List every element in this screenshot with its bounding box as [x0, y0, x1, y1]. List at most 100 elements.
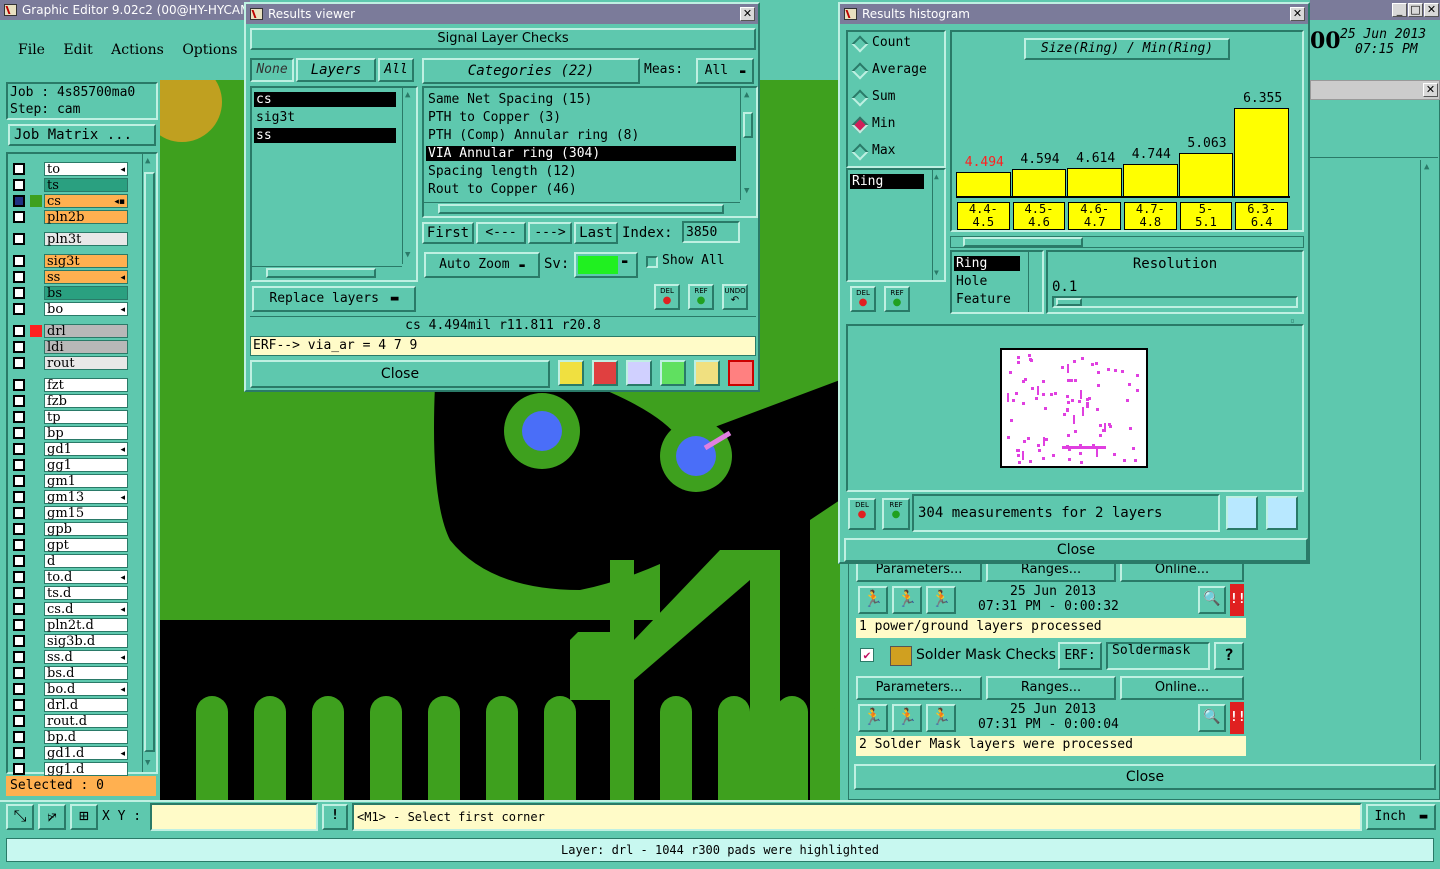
layer-checkbox[interactable] — [13, 459, 25, 471]
layer-checkbox[interactable] — [13, 357, 25, 369]
layer-row[interactable]: bo ◂ — [10, 302, 128, 317]
scroll-down-icon[interactable]: ▼ — [145, 758, 150, 768]
xy-input[interactable] — [150, 803, 318, 831]
mode-count-radio[interactable]: Count — [850, 32, 944, 54]
layer-checkbox[interactable] — [13, 619, 25, 631]
layer-checkbox[interactable] — [13, 443, 25, 455]
field-scroll-down-icon[interactable]: ▼ — [934, 268, 939, 277]
layer-row[interactable]: ss.d ◂ — [10, 650, 128, 665]
layer-row[interactable]: sig3b.d — [10, 634, 128, 649]
layer-checkbox[interactable] — [13, 195, 25, 207]
mode-average-radio[interactable]: Average — [850, 59, 944, 81]
viewer-layer-hscroll[interactable] — [252, 266, 402, 280]
histogram-bin-label[interactable]: 5- 5.1 — [1179, 202, 1233, 230]
online-button-2[interactable]: Online... — [1120, 676, 1244, 700]
layer-checkbox[interactable] — [13, 233, 25, 245]
layer-row[interactable]: bp — [10, 426, 128, 441]
layer-row[interactable]: bs.d — [10, 666, 128, 681]
layer-checkbox[interactable] — [13, 603, 25, 615]
run-icon-2b[interactable]: 🏃 — [892, 704, 922, 732]
preview-del-button[interactable]: DEL ● — [848, 498, 876, 530]
layer-row[interactable]: bs — [10, 286, 128, 301]
results-viewer-close-icon[interactable]: ✕ — [740, 7, 755, 21]
cat-scroll-thumb[interactable] — [743, 112, 753, 138]
menu-edit[interactable]: Edit — [63, 42, 92, 58]
layer-row[interactable]: gm1 — [10, 474, 128, 489]
pan-to-icon[interactable] — [1266, 496, 1298, 530]
viewer-undo-button[interactable]: UNDO ↶ — [722, 284, 748, 310]
viewer-close-button[interactable]: Close — [250, 360, 550, 388]
layer-row[interactable]: pln2b — [10, 210, 128, 225]
erf-value[interactable]: Soldermask — [1106, 642, 1210, 670]
histogram-del-button[interactable]: DEL ● — [850, 286, 876, 312]
layer-checkbox[interactable] — [13, 255, 25, 267]
layer-checkbox[interactable] — [13, 683, 25, 695]
layer-row[interactable]: ts.d — [10, 586, 128, 601]
histogram-bar[interactable] — [1123, 163, 1178, 196]
ranges-button-1[interactable]: Ranges... — [986, 562, 1116, 582]
layer-checkbox[interactable] — [13, 491, 25, 503]
histogram-hscroll[interactable] — [950, 236, 1304, 248]
histogram-bin-label[interactable]: 4.7- 4.8 — [1124, 202, 1177, 230]
layer-row[interactable]: pln3t — [10, 232, 128, 247]
category-item[interactable]: VIA Annular ring (304) — [426, 146, 736, 161]
layers-button[interactable]: Layers — [296, 58, 376, 82]
run-icon-1a[interactable]: 🏃 — [858, 586, 888, 614]
layer-checkbox[interactable] — [13, 715, 25, 727]
layer-checkbox[interactable] — [13, 523, 25, 535]
layer-checkbox[interactable] — [13, 179, 25, 191]
layer-row[interactable]: cs ◂▪ — [10, 194, 128, 209]
next-button[interactable]: ---> — [528, 222, 572, 244]
layer-checkbox[interactable] — [13, 325, 25, 337]
replace-layers-dropdown[interactable]: Replace layers ▬ — [252, 286, 416, 312]
units-dropdown[interactable]: Inch ▬ — [1366, 804, 1436, 830]
layer-checkbox[interactable] — [13, 379, 25, 391]
category-item[interactable]: PTH to Copper (3) — [426, 110, 736, 125]
viewer-layer-scrollbar[interactable]: ▲ ▼ — [402, 88, 416, 264]
histogram-icon[interactable] — [728, 360, 754, 386]
measure-icon[interactable]: ⦬ — [38, 804, 66, 830]
menu-options[interactable]: Options — [182, 42, 237, 58]
checks-scroll-up-icon[interactable]: ▲ — [1424, 162, 1429, 172]
category-scrollbar[interactable]: ▲ ▼ — [740, 88, 756, 200]
layer-checkbox[interactable] — [13, 287, 25, 299]
all-button[interactable]: All — [378, 58, 414, 82]
layer-row[interactable]: to ◂ — [10, 162, 128, 177]
layer-row[interactable]: sig3t — [10, 254, 128, 269]
mode-max-radio[interactable]: Max — [850, 140, 944, 162]
histogram-bar[interactable] — [956, 172, 1011, 196]
categories-button[interactable]: Categories (22) — [422, 58, 640, 84]
checks-title-bar[interactable]: ✕ — [1310, 80, 1440, 100]
preview-ref-button[interactable]: REF ● — [882, 498, 910, 530]
maximize-icon[interactable]: □ — [1408, 3, 1423, 17]
zoom-icon-1[interactable]: 🔍 — [1198, 586, 1226, 614]
layer-checkbox[interactable] — [13, 411, 25, 423]
layer-row[interactable]: tp — [10, 410, 128, 425]
histogram-close-button[interactable]: Close — [844, 538, 1308, 562]
results-viewer-title-bar[interactable]: Results viewer ✕ — [246, 4, 758, 24]
histogram-bar[interactable] — [1234, 108, 1289, 196]
layer-checkbox[interactable] — [13, 635, 25, 647]
none-button[interactable]: None — [250, 58, 294, 82]
prev-button[interactable]: <--- — [476, 222, 526, 244]
field-scroll-up-icon[interactable]: ▲ — [934, 172, 939, 181]
first-button[interactable]: First — [422, 222, 474, 244]
mode-sum-radio[interactable]: Sum — [850, 86, 944, 108]
field-option-feature[interactable]: Feature — [954, 292, 1024, 307]
filter-icon[interactable] — [558, 360, 584, 386]
layer-row[interactable]: to.d ◂ — [10, 570, 128, 585]
resolution-slider[interactable] — [1052, 296, 1298, 308]
layer-checkbox[interactable] — [13, 395, 25, 407]
layer-checkbox[interactable] — [13, 763, 25, 775]
params-button-1[interactable]: Parameters... — [856, 562, 982, 582]
layer-checkbox[interactable] — [13, 271, 25, 283]
layer-checkbox[interactable] — [13, 747, 25, 759]
layer-checkbox[interactable] — [13, 651, 25, 663]
field-list-scrollbar[interactable]: ▲ ▼ — [932, 170, 944, 280]
export-icon[interactable] — [592, 360, 618, 386]
viewer-ref-button[interactable]: REF ● — [688, 284, 714, 310]
help-button[interactable]: ? — [1214, 642, 1244, 670]
field-select-scrollbar[interactable] — [1028, 252, 1042, 312]
cat-scroll-up-icon[interactable]: ▲ — [744, 90, 749, 100]
layer-row[interactable]: gd1.d ◂ — [10, 746, 128, 761]
